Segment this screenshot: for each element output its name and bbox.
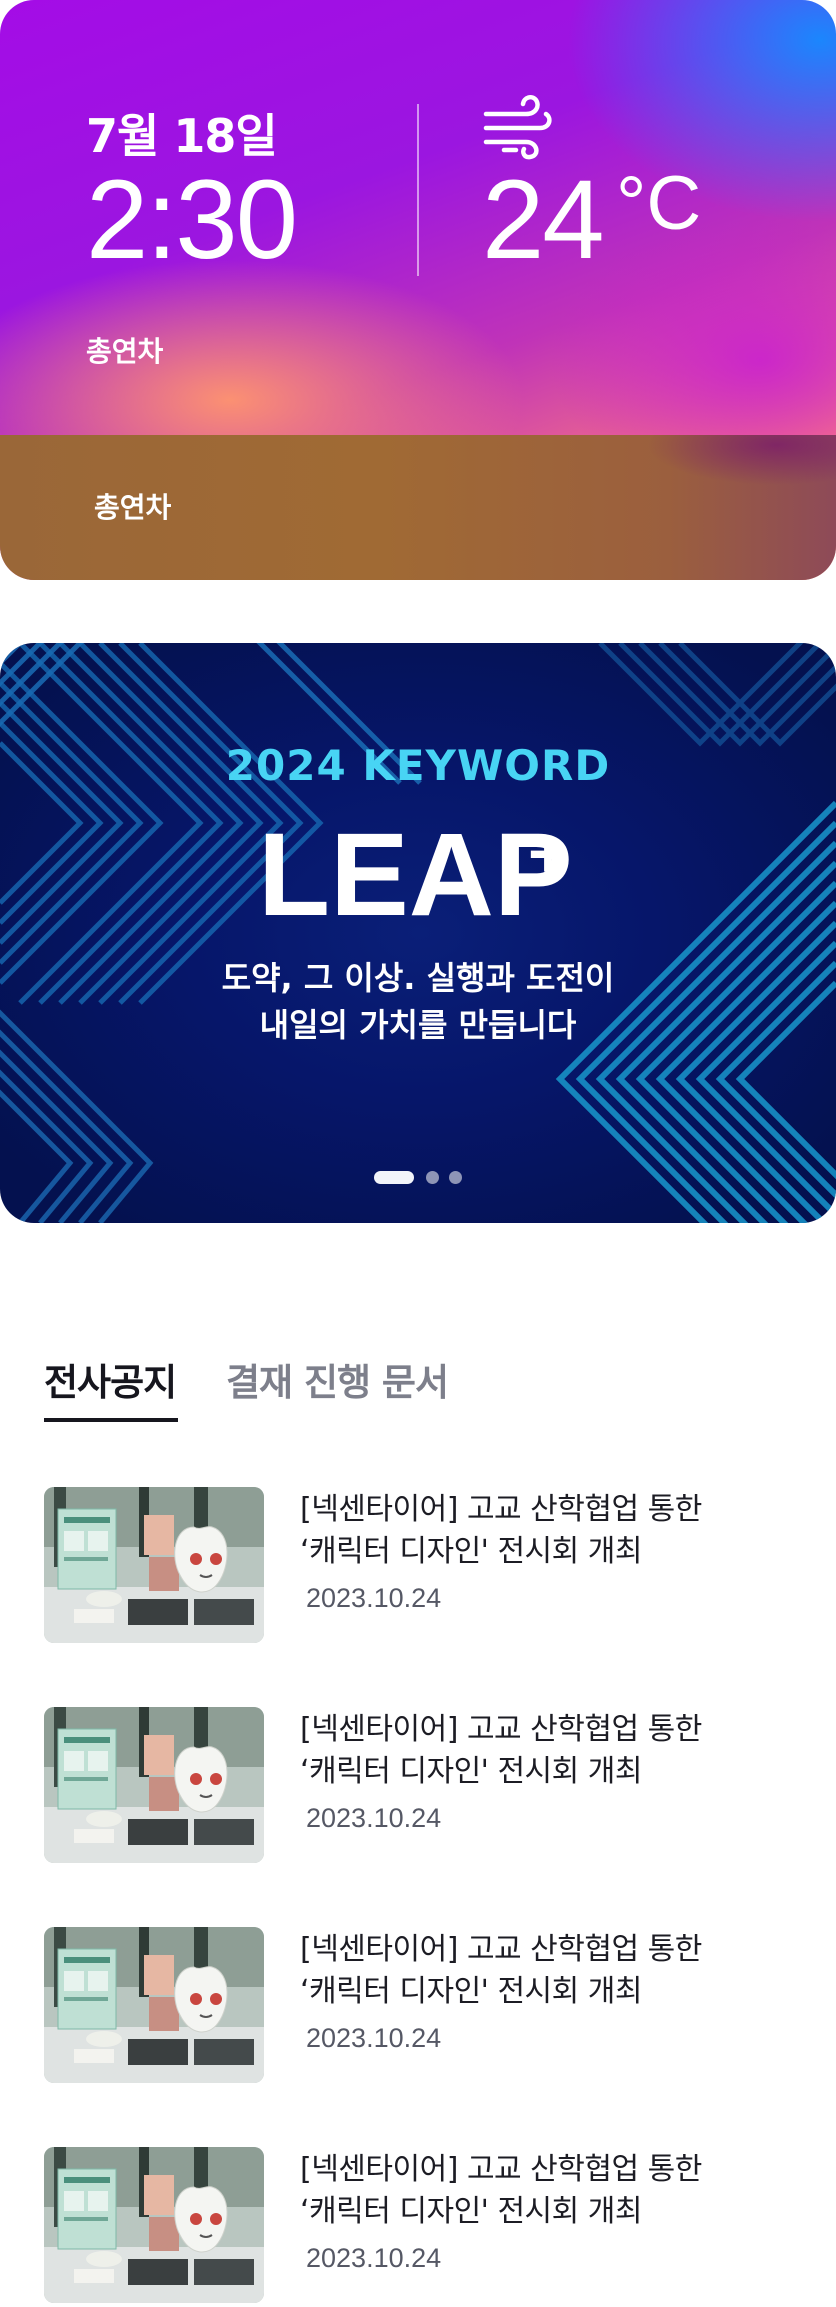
notice-date: 2023.10.24 [306, 1583, 442, 1613]
banner-subtitle: 도약, 그 이상. 실행과 도전이 내일의 가치를 만듭니다 [0, 955, 836, 1049]
notice-thumbnail [44, 2147, 264, 2303]
notice-thumbnail [44, 1487, 264, 1643]
notice-title-line2: ‘캐릭터 디자인' 전시회 개최 [300, 1534, 643, 1569]
active-tab-underline [44, 1418, 178, 1422]
notice-thumbnail [44, 1707, 264, 1863]
notice-title-line2: ‘캐릭터 디자인' 전시회 개최 [300, 1754, 643, 1789]
carousel-dot-2[interactable] [426, 1171, 439, 1184]
notice-date: 2023.10.24 [306, 1803, 442, 1833]
notice-date: 2023.10.24 [306, 2023, 442, 2053]
notice-title: [넥센타이어] 고교 산학협업 통한 ‘캐릭터 디자인' 전시회 개최 [300, 1489, 800, 1573]
annual-leave-label-bottom: 총연차 [94, 491, 172, 524]
notice-title-line2: ‘캐릭터 디자인' 전시회 개최 [300, 2194, 643, 2229]
temperature-value: 24 [482, 157, 605, 282]
home-screen: 7월 18일 2:30 24 °C 총연차 총연차 2024 KEYWORD L… [0, 0, 836, 2304]
annual-leave-label-top: 총연차 [86, 335, 164, 368]
notice-item[interactable]: [넥센타이어] 고교 산학협업 통한 ‘캐릭터 디자인' 전시회 개최 2023.1… [44, 1487, 804, 1647]
carousel-dot-1[interactable] [374, 1171, 414, 1184]
wind-icon [483, 94, 552, 160]
carousel-dot-3[interactable] [449, 1171, 462, 1184]
temperature-unit: °C [616, 161, 702, 246]
weather-divider [417, 104, 419, 276]
keyword-banner[interactable]: 2024 KEYWORD LEAP + 도약, 그 이상. 실행과 도전이 내일… [0, 643, 836, 1223]
notice-title: [넥센타이어] 고교 산학협업 통한 ‘캐릭터 디자인' 전시회 개최 [300, 1709, 800, 1793]
notice-title-line1: [넥센타이어] 고교 산학협업 통한 [300, 1712, 702, 1747]
notice-item[interactable]: [넥센타이어] 고교 산학협업 통한 ‘캐릭터 디자인' 전시회 개최 2023.1… [44, 1707, 804, 1867]
notice-thumbnail [44, 1927, 264, 2083]
banner-title: LEAP [258, 809, 573, 941]
banner-keyword: 2024 KEYWORD [225, 741, 611, 790]
clock-time: 2:30 [86, 157, 298, 282]
notice-title: [넥센타이어] 고교 산학협업 통한 ‘캐릭터 디자인' 전시회 개최 [300, 1929, 800, 2013]
notice-title-line2: ‘캐릭터 디자인' 전시회 개최 [300, 1974, 643, 2009]
notice-item[interactable]: [넥센타이어] 고교 산학협업 통한 ‘캐릭터 디자인' 전시회 개최 2023.1… [44, 2147, 804, 2307]
notice-title: [넥센타이어] 고교 산학협업 통한 ‘캐릭터 디자인' 전시회 개최 [300, 2149, 800, 2233]
tab-approval-documents[interactable]: 결재 진행 문서 [226, 1352, 449, 1406]
notice-title-line1: [넥센타이어] 고교 산학협업 통한 [300, 1932, 702, 1967]
banner-subtitle-line1: 도약, 그 이상. 실행과 도전이 [221, 959, 615, 997]
notice-item[interactable]: [넥센타이어] 고교 산학협업 통한 ‘캐릭터 디자인' 전시회 개최 2023.1… [44, 1927, 804, 2087]
weather-card[interactable]: 7월 18일 2:30 24 °C 총연차 총연차 [0, 0, 836, 580]
notice-date: 2023.10.24 [306, 2243, 442, 2273]
banner-title-plus: + [528, 816, 568, 892]
banner-subtitle-line2: 내일의 가치를 만듭니다 [259, 1006, 577, 1044]
notice-title-line1: [넥센타이어] 고교 산학협업 통한 [300, 2152, 702, 2187]
notice-title-line1: [넥센타이어] 고교 산학협업 통한 [300, 1492, 702, 1527]
tab-company-notice[interactable]: 전사공지 [44, 1352, 177, 1406]
